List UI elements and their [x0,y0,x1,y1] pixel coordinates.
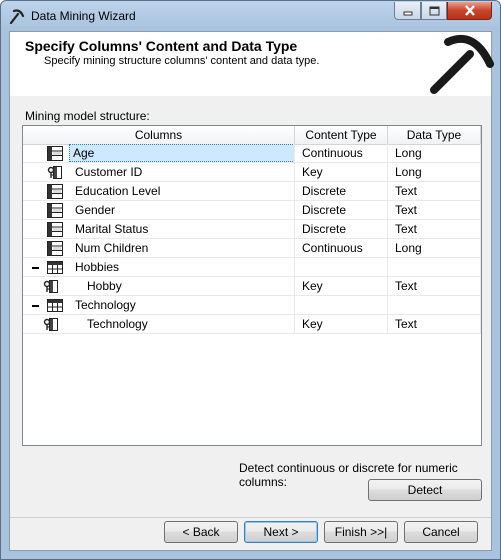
data-type-cell[interactable]: Text [388,201,481,220]
title-bar[interactable]: Data Mining Wizard [1,1,500,30]
column-name-cell[interactable]: Marital Status [23,220,295,239]
column-name-label[interactable]: Education Level [73,182,162,200]
content-type-cell[interactable]: Key [295,277,388,296]
wizard-client: Specify Columns' Content and Data Type S… [9,31,494,551]
key-icon [43,279,59,294]
column-name-cell[interactable]: Hobbies [23,258,295,277]
column-name-label[interactable]: Num Children [73,239,150,257]
back-button[interactable]: < Back [164,521,238,543]
page-subtitle: Specify mining structure columns' conten… [44,55,320,67]
data-type-cell[interactable]: Long [388,163,481,182]
content-type-cell[interactable] [295,296,388,315]
table-row[interactable]: Hobby Key Text [23,277,481,296]
cancel-button[interactable]: Cancel [404,521,478,543]
close-button[interactable] [447,2,492,20]
key-icon [47,165,63,180]
data-type-cell[interactable]: Text [388,315,481,334]
table-row[interactable]: Age Continuous Long [23,144,481,163]
data-type-cell[interactable]: Text [388,277,481,296]
window-title: Data Mining Wizard [31,9,136,23]
column-name-cell[interactable]: Technology [23,296,295,315]
close-icon [464,5,475,16]
grid-header: Columns Content Type Data Type [23,126,481,145]
data-type-cell[interactable]: Long [388,144,481,163]
column-name-cell[interactable]: Education Level [23,182,295,201]
page-title: Specify Columns' Content and Data Type [25,38,298,54]
column-name-cell[interactable]: Age [23,144,295,163]
column-name-label[interactable]: Age [69,144,294,162]
column-name-label[interactable]: Customer ID [73,163,144,181]
table-row[interactable]: Gender Discrete Text [23,201,481,220]
column-name-cell[interactable]: Customer ID [23,163,295,182]
pickaxe-icon [9,9,25,24]
column-name-label[interactable]: Marital Status [73,220,150,238]
column-name-label[interactable]: Gender [73,201,117,219]
collapse-icon[interactable] [32,305,39,307]
content-type-cell[interactable]: Discrete [295,201,388,220]
content-type-cell[interactable]: Discrete [295,220,388,239]
minimize-button[interactable] [394,2,421,20]
content-type-cell[interactable]: Key [295,163,388,182]
column-name-cell[interactable]: Hobby [23,277,295,296]
content-type-cell[interactable]: Continuous [295,239,388,258]
pickaxe-logo-icon [430,34,494,94]
data-type-cell[interactable]: Text [388,182,481,201]
content-type-cell[interactable] [295,258,388,277]
finish-button[interactable]: Finish >>| [324,521,398,543]
data-type-cell[interactable] [388,258,481,277]
minimize-icon [403,11,412,15]
next-button[interactable]: Next > [244,521,318,543]
table-row[interactable]: Num Children Continuous Long [23,239,481,258]
header-content-type[interactable]: Content Type [295,126,388,144]
column-name-cell[interactable]: Technology [23,315,295,334]
table-row[interactable]: Technology [23,296,481,315]
column-name-cell[interactable]: Num Children [23,239,295,258]
data-type-cell[interactable]: Text [388,220,481,239]
column-icon [47,203,63,218]
column-name-label[interactable]: Hobby [85,277,124,295]
table-row[interactable]: Hobbies [23,258,481,277]
content-type-cell[interactable]: Discrete [295,182,388,201]
column-icon [47,146,63,161]
cancel-button-label: Cancel [422,525,460,539]
wizard-window: Data Mining Wizard Specify Columns' Cont… [0,0,501,560]
table-icon [47,260,63,275]
key-icon [43,317,59,332]
data-type-cell[interactable]: Long [388,239,481,258]
column-icon [47,184,63,199]
content-type-cell[interactable]: Continuous [295,144,388,163]
table-row[interactable]: Education Level Discrete Text [23,182,481,201]
header-data-type[interactable]: Data Type [388,126,481,144]
column-icon [47,241,63,256]
header-columns[interactable]: Columns [23,126,295,144]
maximize-button[interactable] [421,2,447,20]
next-button-label: Next > [263,525,299,539]
structure-grid[interactable]: Columns Content Type Data Type Age Contin… [22,125,482,446]
table-row[interactable]: Marital Status Discrete Text [23,220,481,239]
table-row[interactable]: Customer ID Key Long [23,163,481,182]
table-row[interactable]: Technology Key Text [23,315,481,334]
table-icon [47,298,63,313]
column-icon [47,222,63,237]
wizard-header: Specify Columns' Content and Data Type S… [10,32,494,96]
collapse-icon[interactable] [32,267,39,269]
column-name-label[interactable]: Technology [85,315,150,333]
maximize-icon [429,6,439,15]
structure-label: Mining model structure: [25,109,150,123]
column-name-label[interactable]: Hobbies [73,258,121,276]
detect-button-label: Detect [407,483,443,497]
data-type-cell[interactable] [388,296,481,315]
finish-button-label: Finish >>| [334,525,388,539]
column-name-label[interactable]: Technology [73,296,138,314]
column-name-cell[interactable]: Gender [23,201,295,220]
detect-button[interactable]: Detect [368,479,482,501]
back-button-label: < Back [182,525,220,539]
content-type-cell[interactable]: Key [295,315,388,334]
